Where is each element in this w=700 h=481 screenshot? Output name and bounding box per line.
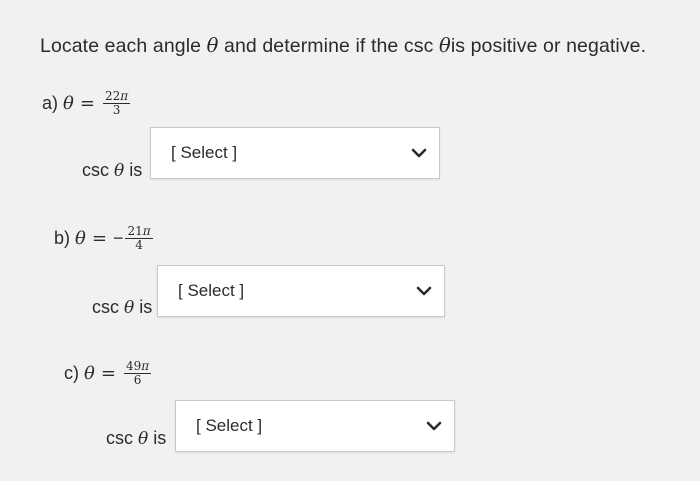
question-c-equals: =: [100, 363, 116, 384]
prompt-theta: θ: [206, 34, 219, 57]
question-b-pi: π: [142, 224, 151, 238]
question-b-fraction: 21π 4: [125, 224, 153, 252]
question-c-numerator: 49: [125, 359, 142, 373]
question-b-letter: b): [54, 228, 71, 248]
question-b-answer-prefix: csc: [92, 297, 119, 317]
question-a-answer-label: csc θ is: [82, 160, 142, 181]
question-a-select[interactable]: [ Select ]: [150, 127, 440, 179]
question-c-label: c) θ = 49π 6: [64, 359, 152, 387]
question-b-answer-suffix: is: [139, 297, 153, 317]
question-a-theta: θ: [63, 93, 74, 114]
question-c-pi: π: [141, 359, 150, 373]
question-b-label: b) θ = − 21π 4: [54, 225, 153, 252]
chevron-down-icon: [411, 148, 427, 158]
question-prompt: Locate each angle θ and determine if the…: [40, 34, 646, 58]
question-a-numerator: 22: [104, 89, 121, 103]
question-c-fraction: 49π 6: [123, 359, 152, 387]
question-b-select-value: [ Select ]: [178, 281, 245, 300]
chevron-down-icon: [426, 421, 442, 431]
question-c-letter: c): [64, 363, 79, 383]
question-b-sign: −: [112, 228, 124, 248]
question-b-select[interactable]: [ Select ]: [157, 265, 445, 317]
question-b-theta: θ: [75, 228, 86, 249]
question-b-denominator: 4: [135, 238, 143, 252]
question-b-equals: =: [91, 228, 107, 249]
question-a-answer-suffix: is: [129, 160, 143, 180]
question-a-fraction: 22π 3: [102, 89, 131, 117]
question-c-select-value: [ Select ]: [196, 416, 263, 435]
question-b-answer-theta: θ: [124, 298, 135, 318]
question-c-answer-label: csc θ is: [106, 428, 166, 449]
question-a-letter: a): [42, 93, 59, 113]
question-a-answer-prefix: csc: [82, 160, 109, 180]
question-c-select[interactable]: [ Select ]: [175, 400, 455, 452]
question-a-equals: =: [79, 93, 95, 114]
chevron-down-icon: [416, 286, 432, 296]
question-a-label: a) θ = 22π 3: [42, 89, 131, 117]
question-c-theta: θ: [84, 363, 95, 384]
prompt-text-middle: and determine if the csc: [224, 35, 434, 57]
question-a-select-value: [ Select ]: [171, 143, 238, 162]
question-c-answer-theta: θ: [138, 429, 149, 449]
question-c-answer-suffix: is: [153, 428, 167, 448]
prompt-text-start: Locate each angle: [40, 35, 202, 57]
question-b-numerator: 21: [127, 224, 143, 238]
question-b-answer-label: csc θ is: [92, 297, 152, 318]
question-c-answer-prefix: csc: [106, 428, 133, 448]
question-a-denominator: 3: [112, 103, 121, 117]
question-a-pi: π: [120, 89, 129, 103]
prompt-text-end: is positive or negative.: [450, 35, 647, 57]
question-c-denominator: 6: [133, 373, 142, 387]
question-a-answer-theta: θ: [114, 161, 125, 181]
prompt-theta-2: θ: [438, 34, 451, 57]
